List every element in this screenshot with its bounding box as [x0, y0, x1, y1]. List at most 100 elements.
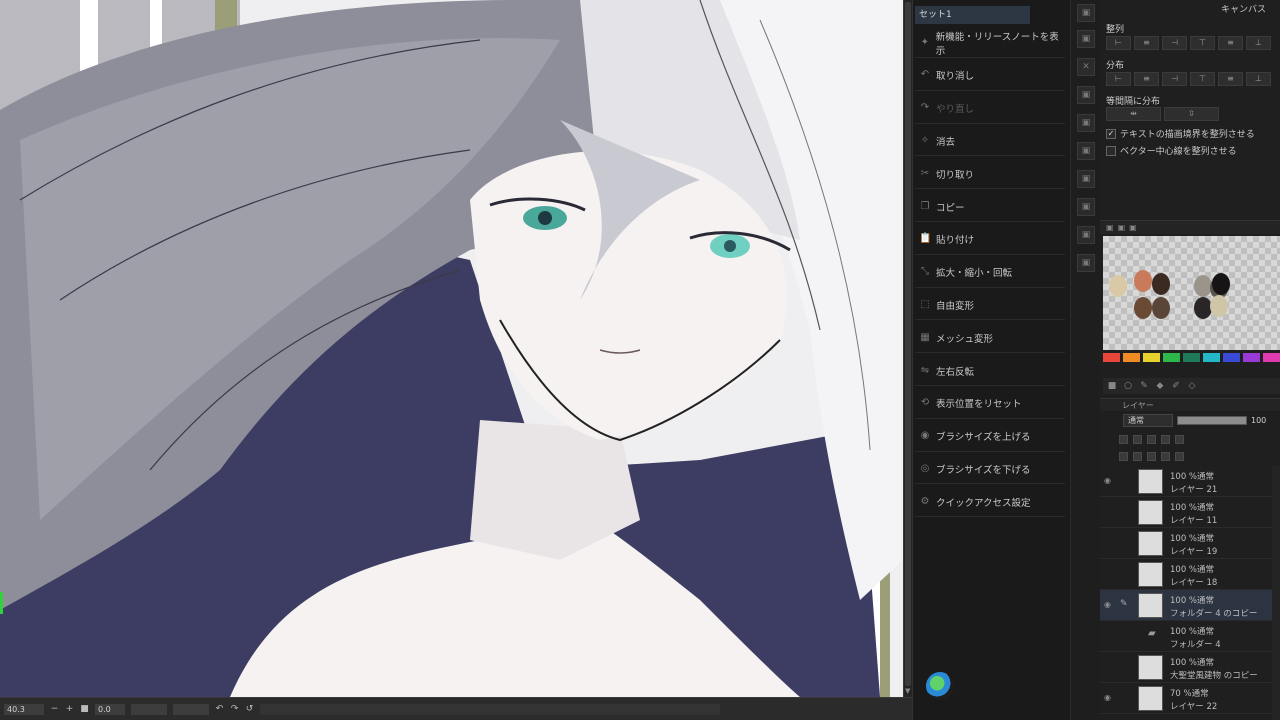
layer-row[interactable]: ◉ ✎ 100 %通常 フォルダー 4 のコピー — [1100, 590, 1272, 621]
align-center-v-button[interactable]: ≡ — [1218, 36, 1243, 50]
new-folder-icon[interactable] — [1147, 451, 1156, 461]
visibility-eye-icon[interactable] — [1104, 538, 1115, 547]
rotation-slider[interactable] — [131, 703, 167, 715]
eraser-icon[interactable]: ◇ — [1187, 381, 1197, 391]
rotate-left-icon[interactable]: ↶ — [215, 704, 224, 714]
distribute-3-button[interactable]: ⊣ — [1162, 72, 1187, 86]
layer-row[interactable]: ▰ 100 %通常 フォルダー 4 — [1100, 621, 1272, 652]
canvas-tab-label[interactable]: キャンバス — [1221, 2, 1266, 15]
layer-row[interactable]: 100 %通常 大聖堂風建物 のコピー — [1100, 652, 1272, 683]
layer-row[interactable]: 100 %通常 レイヤー 18 — [1100, 559, 1272, 590]
blend-mode-select[interactable]: 通常 — [1123, 414, 1173, 427]
circle-icon[interactable]: ○ — [1123, 381, 1133, 391]
draft-icon[interactable] — [1161, 434, 1170, 444]
globe-icon[interactable] — [926, 672, 954, 700]
visibility-eye-icon[interactable] — [1104, 569, 1115, 578]
clip-icon[interactable] — [1133, 434, 1142, 444]
palette-color-blob[interactable] — [1152, 273, 1170, 295]
align-bottom-button[interactable]: ⊥ — [1246, 36, 1271, 50]
visibility-eye-icon[interactable]: ◉ — [1104, 693, 1115, 702]
check-vector-center-row[interactable]: ベクター中心線を整列させる — [1106, 144, 1237, 157]
distribute-6-button[interactable]: ⊥ — [1246, 72, 1271, 86]
palette-color-blob[interactable] — [1212, 273, 1230, 295]
quick-access-item[interactable]: ⬚ 自由変形 — [915, 290, 1065, 321]
quick-access-item[interactable]: ✦ 新機能・リリースノートを表示 — [915, 28, 1065, 58]
panel-icon-4[interactable]: ▣ — [1077, 86, 1095, 104]
palette-color-blob[interactable] — [1134, 297, 1152, 319]
lock-icon[interactable] — [1119, 434, 1128, 444]
palette-icon-3[interactable]: ▣ — [1129, 223, 1137, 232]
panel-icon-6[interactable]: ▣ — [1077, 142, 1095, 160]
check-text-bounds-checkbox[interactable]: ✓ — [1106, 128, 1116, 139]
panel-icon-9[interactable]: ▣ — [1077, 226, 1095, 244]
color-swatch[interactable] — [1223, 353, 1240, 362]
align-right-button[interactable]: ⊣ — [1162, 36, 1187, 50]
quick-access-item[interactable]: ↷ やり直し — [915, 94, 1065, 124]
rotate-right-icon[interactable]: ↷ — [230, 704, 239, 714]
new-vector-icon[interactable] — [1133, 451, 1142, 461]
horizontal-scrollbar[interactable] — [260, 703, 720, 715]
quick-access-item[interactable]: ↶ 取り消し — [915, 61, 1065, 91]
quick-access-item[interactable]: ✧ 消去 — [915, 126, 1065, 157]
layer-row[interactable]: ◉ 100 %通常 レイヤー 21 — [1100, 466, 1272, 497]
palette-icon-2[interactable]: ▣ — [1118, 223, 1126, 232]
quick-access-item[interactable]: ◉ ブラシサイズを上げる — [915, 422, 1065, 452]
visibility-eye-icon[interactable] — [1104, 507, 1115, 516]
quick-access-item[interactable]: ◎ ブラシサイズを下げる — [915, 454, 1065, 485]
align-top-button[interactable]: ⊤ — [1190, 36, 1215, 50]
color-swatch[interactable] — [1143, 353, 1160, 362]
quick-access-item[interactable]: ❐ コピー — [915, 192, 1065, 222]
canvas-vertical-scrollbar[interactable]: ▼ — [903, 0, 912, 697]
new-layer-icon[interactable] — [1119, 451, 1128, 461]
distribute-1-button[interactable]: ⊢ — [1106, 72, 1131, 86]
square-icon[interactable]: ■ — [1107, 381, 1117, 391]
pen-icon[interactable]: ✎ — [1139, 381, 1149, 391]
layer-row[interactable]: 100 %通常 レイヤー 19 — [1100, 528, 1272, 559]
quick-access-item[interactable]: ✂ 切り取り — [915, 159, 1065, 190]
color-swatch[interactable] — [1103, 353, 1120, 362]
visibility-eye-icon[interactable]: ◉ — [1104, 476, 1115, 485]
quick-access-item[interactable]: ⇋ 左右反転 — [915, 356, 1065, 386]
brush-icon[interactable]: ✐ — [1171, 381, 1181, 391]
check-text-bounds-row[interactable]: ✓ テキストの描画境界を整列させる — [1106, 127, 1255, 140]
palette-color-blob[interactable] — [1134, 270, 1152, 292]
visibility-eye-icon[interactable] — [1104, 662, 1115, 671]
palette-icon[interactable]: ▣ — [1106, 223, 1114, 232]
panel-icon-3[interactable]: ✕ — [1077, 58, 1095, 76]
distribute-4-button[interactable]: ⊤ — [1190, 72, 1215, 86]
merge-icon[interactable] — [1161, 451, 1170, 461]
ref-icon[interactable] — [1147, 434, 1156, 444]
panel-icon-5[interactable]: ▣ — [1077, 114, 1095, 132]
layer-scrollbar[interactable] — [1272, 466, 1280, 720]
panel-icon-10[interactable]: ▣ — [1077, 254, 1095, 272]
reset-rotation-icon[interactable]: ↺ — [245, 704, 254, 714]
visibility-eye-icon[interactable]: ◉ — [1104, 600, 1115, 609]
align-left-button[interactable]: ⊢ — [1106, 36, 1131, 50]
layer-panel-header[interactable]: レイヤー — [1100, 398, 1280, 411]
zoom-field[interactable]: 40.3 — [4, 703, 44, 715]
equal-v-button[interactable]: ⇳ — [1164, 107, 1219, 121]
panel-icon-2[interactable]: ▣ — [1077, 30, 1095, 48]
palette-color-blob[interactable] — [1210, 295, 1228, 317]
equal-h-button[interactable]: ⇹ — [1106, 107, 1161, 121]
scroll-thumb[interactable] — [905, 2, 911, 686]
quick-access-item[interactable]: 📋 貼り付け — [915, 225, 1065, 255]
palette-color-blob[interactable] — [1109, 275, 1127, 297]
layer-row[interactable]: ◉ 70 %通常 レイヤー 22 — [1100, 683, 1272, 714]
color-swatch[interactable] — [1263, 353, 1280, 362]
color-swatch[interactable] — [1163, 353, 1180, 362]
mask-icon[interactable] — [1175, 434, 1184, 444]
panel-icon-7[interactable]: ▣ — [1077, 170, 1095, 188]
color-swatch[interactable] — [1203, 353, 1220, 362]
rotation-field[interactable]: 0.0 — [95, 703, 125, 715]
color-swatch[interactable] — [1183, 353, 1200, 362]
folder-icon[interactable]: ▰ — [1148, 629, 1160, 639]
quick-access-item[interactable]: ▦ メッシュ変形 — [915, 323, 1065, 354]
quick-access-item[interactable]: ⚙ クイックアクセス設定 — [915, 487, 1065, 518]
check-vector-center-checkbox[interactable] — [1106, 145, 1116, 156]
color-palette-canvas[interactable] — [1103, 236, 1280, 350]
layer-row[interactable]: 100 %通常 レイヤー 11 — [1100, 497, 1272, 528]
quick-access-set-tab[interactable]: セット1 — [915, 6, 1030, 24]
palette-color-blob[interactable] — [1194, 297, 1212, 319]
quick-access-item[interactable]: ⟲ 表示位置をリセット — [915, 389, 1065, 419]
